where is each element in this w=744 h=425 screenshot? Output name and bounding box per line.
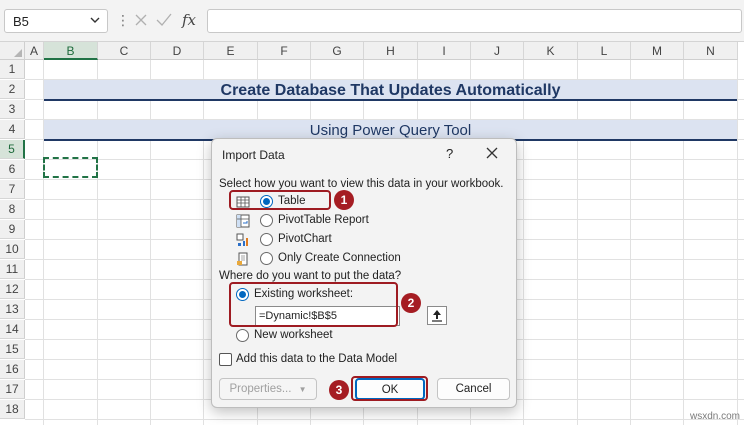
row-header-7[interactable]: 7 xyxy=(0,180,25,199)
row-header-10[interactable]: 10 xyxy=(0,240,25,259)
properties-label: Properties... xyxy=(229,383,292,395)
row-header-12[interactable]: 12 xyxy=(0,280,25,299)
collapse-arrow-icon xyxy=(432,310,442,322)
dialog-title: Import Data xyxy=(222,148,285,162)
option-pivotchart[interactable]: PivotChart xyxy=(260,232,370,248)
option-pivotchart-label: PivotChart xyxy=(278,233,332,245)
row-header-4[interactable]: 4 xyxy=(0,120,25,139)
name-box[interactable]: B5 xyxy=(4,9,108,33)
properties-button[interactable]: Properties... ▼ xyxy=(219,378,317,400)
sheet-title: Create Database That Updates Automatical… xyxy=(44,80,737,101)
cancel-entry-icon[interactable] xyxy=(134,13,148,27)
row-header-9[interactable]: 9 xyxy=(0,220,25,239)
collapse-dialog-button[interactable] xyxy=(427,306,447,325)
column-header-a[interactable]: A xyxy=(25,42,44,60)
column-header-f[interactable]: F xyxy=(258,42,311,60)
selected-cell-b5[interactable] xyxy=(43,157,98,178)
row-header-17[interactable]: 17 xyxy=(0,380,25,399)
formula-controls: fx xyxy=(128,9,204,33)
column-header-m[interactable]: M xyxy=(631,42,684,60)
row-header-6[interactable]: 6 xyxy=(0,160,25,179)
select-all-button[interactable] xyxy=(0,42,25,60)
pivotchart-radio[interactable] xyxy=(260,233,273,246)
close-icon[interactable] xyxy=(484,145,500,161)
column-header-e[interactable]: E xyxy=(204,42,258,60)
connection-icon xyxy=(237,252,248,266)
insert-function-icon[interactable]: fx xyxy=(182,11,196,29)
pivottable-icon xyxy=(236,214,250,228)
where-prompt: Where do you want to put the data? xyxy=(219,270,402,282)
row-header-13[interactable]: 13 xyxy=(0,300,25,319)
pivotchart-icon xyxy=(236,233,248,246)
help-button[interactable]: ? xyxy=(446,146,453,161)
row-header-14[interactable]: 14 xyxy=(0,320,25,339)
column-header-j[interactable]: J xyxy=(471,42,524,60)
highlight-table-option xyxy=(229,190,331,210)
data-model-label: Add this data to the Data Model xyxy=(236,353,398,365)
pivottable-radio[interactable] xyxy=(260,214,273,227)
view-prompt: Select how you want to view this data in… xyxy=(219,178,504,190)
step-badge-3: 3 xyxy=(329,380,349,400)
new-worksheet-radio[interactable] xyxy=(236,329,249,342)
column-header-g[interactable]: G xyxy=(311,42,364,60)
option-only-connection-label: Only Create Connection xyxy=(278,252,401,264)
step-badge-2: 2 xyxy=(401,293,421,313)
column-header-i[interactable]: I xyxy=(418,42,471,60)
step-badge-1: 1 xyxy=(334,190,354,210)
dropdown-arrow-icon: ▼ xyxy=(298,385,307,394)
row-header-3[interactable]: 3 xyxy=(0,100,25,119)
new-worksheet-label: New worksheet xyxy=(254,329,333,341)
name-box-value: B5 xyxy=(13,14,29,29)
row-header-16[interactable]: 16 xyxy=(0,360,25,379)
column-header-l[interactable]: L xyxy=(578,42,631,60)
chevron-down-icon[interactable] xyxy=(89,14,101,26)
row-header-1[interactable]: 1 xyxy=(0,60,25,79)
only-connection-radio[interactable] xyxy=(260,252,273,265)
column-header-h[interactable]: H xyxy=(364,42,418,60)
more-options-icon[interactable]: ⋮ xyxy=(116,12,130,28)
column-header-b[interactable]: B xyxy=(44,42,98,60)
row-header-15[interactable]: 15 xyxy=(0,340,25,359)
option-new-worksheet[interactable]: New worksheet xyxy=(236,328,356,344)
confirm-entry-icon[interactable] xyxy=(156,13,172,27)
formula-input[interactable] xyxy=(207,9,742,33)
option-only-connection[interactable]: Only Create Connection xyxy=(260,251,420,267)
row-header-18[interactable]: 18 xyxy=(0,400,25,419)
row-header-2[interactable]: 2 xyxy=(0,80,25,99)
option-pivottable-label: PivotTable Report xyxy=(278,214,369,226)
row-header-11[interactable]: 11 xyxy=(0,260,25,279)
option-pivottable[interactable]: PivotTable Report xyxy=(260,213,400,229)
row-header-8[interactable]: 8 xyxy=(0,200,25,219)
formula-bar: B5 ⋮ fx xyxy=(0,0,744,42)
column-header-d[interactable]: D xyxy=(151,42,204,60)
watermark: wsxdn.com xyxy=(689,411,740,422)
highlight-ok-button xyxy=(351,376,428,401)
data-model-checkbox[interactable] xyxy=(219,353,232,366)
column-header-c[interactable]: C xyxy=(98,42,151,60)
column-header-n[interactable]: N xyxy=(684,42,738,60)
cancel-button[interactable]: Cancel xyxy=(437,378,510,400)
import-data-dialog: Import Data ? Select how you want to vie… xyxy=(211,138,517,408)
column-header-k[interactable]: K xyxy=(524,42,578,60)
row-header-5[interactable]: 5 xyxy=(0,140,25,159)
highlight-existing-worksheet xyxy=(229,282,398,327)
